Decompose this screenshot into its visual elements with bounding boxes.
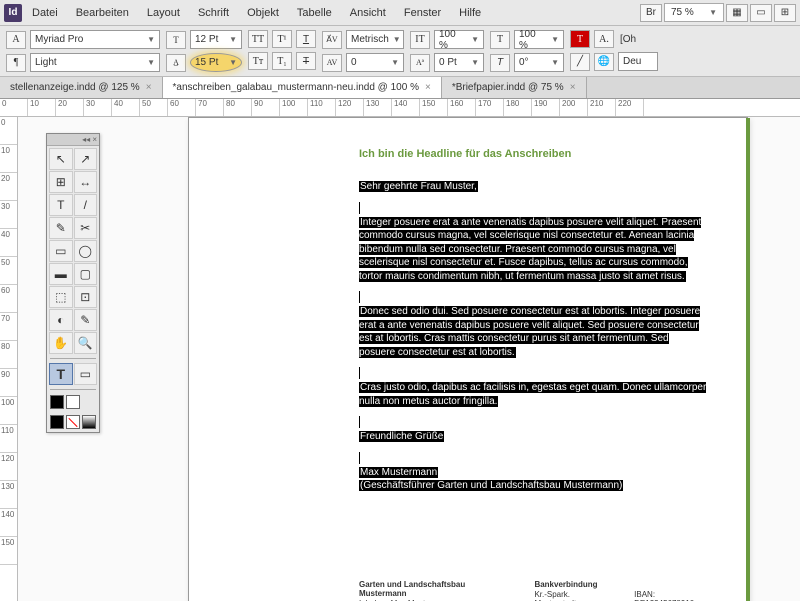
document-page[interactable]: Ich bin die Headline für das Anschreiben… [188, 117, 748, 601]
underline-button[interactable]: T [296, 30, 316, 48]
kerning-select[interactable]: Metrisch▼ [346, 30, 404, 49]
char-style-button[interactable]: A. [594, 30, 614, 48]
font-size-icon: T [166, 31, 186, 49]
menu-objekt[interactable]: Objekt [239, 3, 287, 23]
type-format-tool[interactable]: T [49, 363, 73, 385]
none-swatch[interactable] [66, 415, 80, 429]
tracking-select[interactable]: 0▼ [346, 53, 404, 72]
char-panel-icon[interactable]: A [6, 31, 26, 49]
gradient-tool[interactable]: ⊡ [74, 286, 98, 308]
selection-tool[interactable]: ↖ [49, 148, 73, 170]
language-select[interactable]: Deu [618, 52, 658, 71]
menu-bearbeiten[interactable]: Bearbeiten [68, 3, 137, 23]
fill-swatch[interactable] [50, 395, 64, 409]
gap-tool[interactable]: ↔ [74, 171, 98, 193]
para-panel-icon[interactable]: ¶ [6, 54, 26, 72]
subscript-button[interactable]: T₁ [272, 52, 292, 70]
footer-line: IBAN: DE12345678910 [634, 590, 707, 601]
menu-schrift[interactable]: Schrift [190, 3, 237, 23]
doc-tab-1[interactable]: stellenanzeige.indd @ 125 %× [0, 77, 163, 98]
app-logo: Id [4, 4, 22, 22]
footer-col2-head: Bankverbindung [534, 580, 604, 589]
panel-collapse-icon[interactable]: ◂◂ × [47, 134, 99, 146]
baseline-icon: Aª [410, 54, 430, 72]
gradient-swatch[interactable] [82, 415, 96, 429]
hand-tool[interactable]: ✋ [49, 332, 73, 354]
baseline-select[interactable]: 0 Pt▼ [434, 53, 484, 72]
close-icon[interactable]: × [425, 82, 431, 93]
zoom-tool[interactable]: 🔍 [74, 332, 98, 354]
doc-tab-2[interactable]: *anschreiben_galabau_mustermann-neu.indd… [163, 77, 442, 98]
view-mode-button[interactable]: ▦ [726, 4, 748, 22]
signature-role[interactable]: (Geschäftsführer Garten und Landschaftsb… [359, 480, 623, 491]
body-p3[interactable]: Cras justo odio, dapibus ac facilisis in… [359, 382, 706, 407]
body-p1[interactable]: Integer posuere erat a ante venenatis da… [359, 217, 701, 282]
menu-tabelle[interactable]: Tabelle [289, 3, 340, 23]
rect-tool[interactable]: ▬ [49, 263, 73, 285]
menu-layout[interactable]: Layout [139, 3, 188, 23]
scissors-tool[interactable]: ▢ [74, 263, 98, 285]
menu-datei[interactable]: Datei [24, 3, 66, 23]
frame-format-tool[interactable]: ▭ [74, 363, 98, 385]
font-style-select[interactable]: Light▼ [30, 53, 160, 72]
allcaps-button[interactable]: TT [248, 30, 268, 48]
font-family-select[interactable]: Myriad Pro▼ [30, 30, 160, 49]
leading-select[interactable]: 15 Pt▼ [190, 53, 242, 72]
tracking-icon: AV [322, 54, 342, 72]
vscale-select[interactable]: 100 %▼ [434, 30, 484, 49]
leading-icon: A̲ [166, 54, 186, 72]
page-tool[interactable]: ⊞ [49, 171, 73, 193]
skew-select[interactable]: 0°▼ [514, 53, 564, 72]
note-tool[interactable]: ✎ [74, 309, 98, 331]
greeting-text[interactable]: Sehr geehrte Frau Muster, [359, 181, 478, 192]
footer-col1-head: Garten und Landschaftsbau Mustermann [359, 580, 504, 598]
close-icon[interactable]: × [570, 82, 576, 93]
superscript-button[interactable]: T¹ [272, 30, 292, 48]
line-tool[interactable]: / [74, 194, 98, 216]
headline-text[interactable]: Ich bin die Headline für das Anschreiben [359, 148, 707, 160]
char-style-label: [Oh [618, 32, 638, 47]
arrange-button[interactable]: ⊞ [774, 4, 796, 22]
pen-tool[interactable]: ✎ [49, 217, 73, 239]
menu-hilfe[interactable]: Hilfe [451, 3, 489, 23]
eyedropper-tool[interactable]: ◐ [49, 309, 73, 331]
screen-mode-button[interactable]: ▭ [750, 4, 772, 22]
default-fill-swatch[interactable] [50, 415, 64, 429]
lang-icon: 🌐 [594, 53, 614, 71]
rect-frame-tool[interactable]: ▭ [49, 240, 73, 262]
doc-tab-3[interactable]: *Briefpapier.indd @ 75 %× [442, 77, 587, 98]
direct-select-tool[interactable]: ↗ [74, 148, 98, 170]
ellipse-frame-tool[interactable]: ◯ [74, 240, 98, 262]
signature-name[interactable]: Max Mustermann [359, 467, 438, 478]
page-green-bar [746, 118, 750, 601]
strike-button[interactable]: T [296, 52, 316, 70]
hscale-select[interactable]: 100 %▼ [514, 30, 564, 49]
menu-ansicht[interactable]: Ansicht [342, 3, 394, 23]
close-icon[interactable]: × [146, 82, 152, 93]
stroke-swatch[interactable] [66, 395, 80, 409]
zoom-select[interactable]: 75 %▼ [664, 3, 724, 22]
vscale-icon: IT [410, 31, 430, 49]
kerning-icon: A⃗V [322, 31, 342, 49]
bridge-button[interactable]: Br [640, 4, 662, 22]
closing-text[interactable]: Freundliche Grüße [359, 431, 444, 442]
body-p2[interactable]: Donec sed odio dui. Sed posuere consecte… [359, 306, 700, 358]
ruler-vertical[interactable]: 0102030405060708090100110120130140150 [0, 117, 18, 601]
toolbox-panel[interactable]: ◂◂ × ↖↗⊞↔T/✎✂▭◯▬▢⬚⊡◐✎✋🔍 T ▭ [46, 133, 100, 433]
smallcaps-button[interactable]: Tᴛ [248, 52, 268, 70]
footer-line: Kr.-Spark. Musterstadt [534, 590, 604, 601]
font-size-select[interactable]: 12 Pt▼ [190, 30, 242, 49]
type-tool[interactable]: T [49, 194, 73, 216]
skew-icon: T [490, 54, 510, 72]
canvas[interactable]: ◂◂ × ↖↗⊞↔T/✎✂▭◯▬▢⬚⊡◐✎✋🔍 T ▭ Ich bin die … [18, 117, 800, 601]
pencil-tool[interactable]: ✂ [74, 217, 98, 239]
hscale-icon: T [490, 31, 510, 49]
stroke-color-button[interactable]: ╱ [570, 53, 590, 71]
free-transform-tool[interactable]: ⬚ [49, 286, 73, 308]
fill-color-button[interactable]: T [570, 30, 590, 48]
ruler-horizontal[interactable]: 0102030405060708090100110120130140150160… [0, 99, 800, 117]
menu-fenster[interactable]: Fenster [396, 3, 449, 23]
